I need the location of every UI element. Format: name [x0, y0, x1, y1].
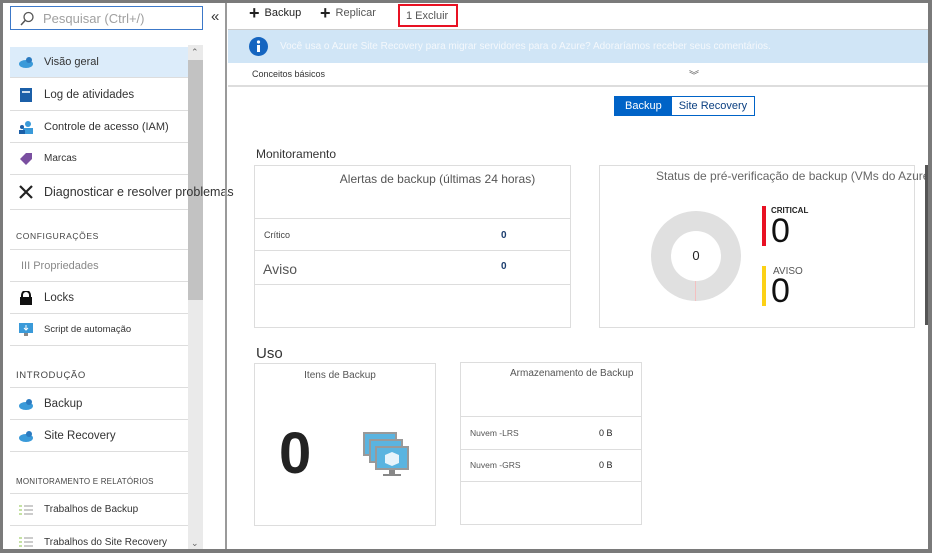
divider	[228, 85, 928, 87]
excluir-button[interactable]: 1 Excluir	[398, 4, 458, 27]
row-label: Aviso	[263, 261, 297, 277]
collapse-sidebar-button[interactable]: «	[211, 8, 219, 25]
card-title: Itens de Backup	[304, 370, 376, 381]
info-icon	[249, 37, 268, 56]
wrench-icon	[18, 185, 34, 199]
sidebar-item-marcas[interactable]: Marcas	[10, 143, 188, 175]
row-value: 0	[501, 230, 507, 241]
sidebar-item-locks[interactable]: Locks	[10, 282, 188, 314]
monitor-icon	[18, 322, 34, 337]
section-configuracoes: CONFIGURAÇÕES	[16, 231, 99, 241]
scroll-up-icon[interactable]: ⌃	[191, 47, 199, 58]
sidebar-item-label: Diagnosticar e resolver problemas	[44, 185, 234, 199]
precheck-status-card[interactable]: Status de pré-verificação de backup (VMs…	[599, 165, 930, 328]
storage-row-grs[interactable]: Nuvem -GRS 0 B	[461, 449, 641, 482]
sidebar-item-propriedades[interactable]: III Propriedades	[10, 249, 188, 282]
edge-shadow	[925, 165, 928, 325]
toggle-backup[interactable]: Backup	[615, 97, 672, 115]
search-placeholder: Pesquisar (Ctrl+/)	[43, 11, 145, 26]
backup-alerts-card[interactable]: Alertas de backup (últimas 24 horas) Crí…	[254, 165, 571, 328]
backup-button[interactable]: + Backup	[249, 3, 302, 23]
divider	[10, 209, 188, 210]
search-icon	[20, 11, 34, 26]
backup-items-card[interactable]: Itens de Backup 0	[254, 363, 436, 526]
lock-icon	[18, 290, 34, 305]
pane-divider	[225, 0, 227, 553]
monitoring-heading: Monitoramento	[256, 147, 337, 161]
plus-icon: +	[249, 3, 260, 23]
sidebar-item-label: Script de automação	[44, 324, 132, 335]
list-icon	[18, 503, 34, 517]
alert-row-critico[interactable]: Crítico 0	[255, 218, 570, 251]
storage-row-lrs[interactable]: Nuvem -LRS 0 B	[461, 416, 641, 449]
sidebar-item-iam[interactable]: Controle de acesso (IAM)	[10, 111, 188, 143]
sidebar-item-script[interactable]: Script de automação	[10, 314, 188, 346]
sidebar-item-trabalhos-backup[interactable]: Trabalhos de Backup	[10, 493, 188, 526]
plus-icon: +	[320, 3, 331, 23]
row-label: Nuvem -LRS	[470, 428, 519, 438]
sidebar-item-visao-geral[interactable]: Visão geral	[10, 47, 188, 78]
sidebar-item-label: Locks	[44, 291, 75, 304]
sidebar-item-trabalhos-sr[interactable]: Trabalhos do Site Recovery	[10, 526, 188, 558]
row-value: 0	[501, 261, 507, 272]
search-input[interactable]: Pesquisar (Ctrl+/)	[10, 6, 203, 30]
tag-icon	[18, 152, 34, 166]
sidebar-item-label: Visão geral	[44, 56, 99, 68]
sidebar-item-diagnosticar[interactable]: Diagnosticar e resolver problemas	[10, 175, 240, 209]
row-label: Nuvem -GRS	[470, 460, 521, 470]
alert-row-aviso[interactable]: Aviso 0	[255, 250, 570, 285]
row-label: Crítico	[264, 230, 291, 240]
critical-value: 0	[771, 212, 790, 250]
section-introducao: INTRODUÇÃO	[16, 370, 86, 381]
scroll-down-icon[interactable]: ⌄	[191, 538, 199, 549]
essentials-label: Conceitos básicos	[252, 69, 326, 79]
cloud-icon	[18, 429, 34, 443]
card-title: Armazenamento de Backup	[510, 368, 634, 379]
cloud-icon	[18, 397, 34, 411]
donut-total: 0	[671, 231, 721, 281]
sidebar-item-label: Log de atividades	[44, 88, 135, 101]
sidebar-item-log[interactable]: Log de atividades	[10, 79, 188, 111]
backup-label: Backup	[264, 7, 302, 19]
row-value: 0 B	[599, 428, 613, 438]
banner-text: Você usa o Azure Site Recovery para migr…	[280, 41, 771, 52]
sidebar-item-label: Backup	[44, 397, 83, 410]
virtual-machines-icon	[363, 432, 409, 476]
sidebar-item-label: Marcas	[44, 153, 77, 164]
sidebar-item-label: Controle de acesso (IAM)	[44, 120, 169, 133]
donut-marker	[695, 281, 696, 301]
sidebar-item-backup[interactable]: Backup	[10, 387, 188, 420]
sidebar-item-label: III Propriedades	[21, 259, 99, 272]
row-value: 0 B	[599, 460, 613, 470]
replicar-label: Replicar	[335, 7, 376, 19]
users-icon	[18, 120, 34, 134]
view-toggle: Backup Site Recovery	[614, 96, 756, 116]
sidebar-item-label: Trabalhos de Backup	[44, 504, 139, 515]
expand-chevron-icon[interactable]: ︾	[689, 67, 699, 82]
warning-bar	[762, 266, 766, 306]
log-icon	[18, 87, 34, 102]
critical-bar	[762, 206, 766, 246]
list-icon	[18, 535, 34, 549]
backup-items-count: 0	[279, 421, 312, 486]
card-title: Status de pré-verificação de backup (VMs…	[656, 169, 930, 183]
card-title: Alertas de backup (últimas 24 horas)	[339, 172, 536, 186]
sidebar-item-site-recovery[interactable]: Site Recovery	[10, 420, 188, 452]
toggle-site-recovery[interactable]: Site Recovery	[672, 97, 754, 115]
usage-heading: Uso	[256, 345, 283, 362]
section-monitoramento: MONITORAMENTO E RELATÓRIOS	[16, 477, 154, 486]
cloud-icon	[18, 55, 34, 69]
sidebar-item-label: Trabalhos do Site Recovery	[44, 536, 168, 548]
backup-storage-card[interactable]: Armazenamento de Backup Nuvem -LRS 0 B N…	[460, 362, 642, 525]
sidebar-item-label: Site Recovery	[44, 429, 116, 442]
donut-chart[interactable]: 0	[651, 211, 741, 301]
warning-value: 0	[771, 272, 790, 310]
replicar-button[interactable]: + Replicar	[320, 3, 376, 23]
info-banner[interactable]: Você usa o Azure Site Recovery para migr…	[228, 30, 928, 63]
